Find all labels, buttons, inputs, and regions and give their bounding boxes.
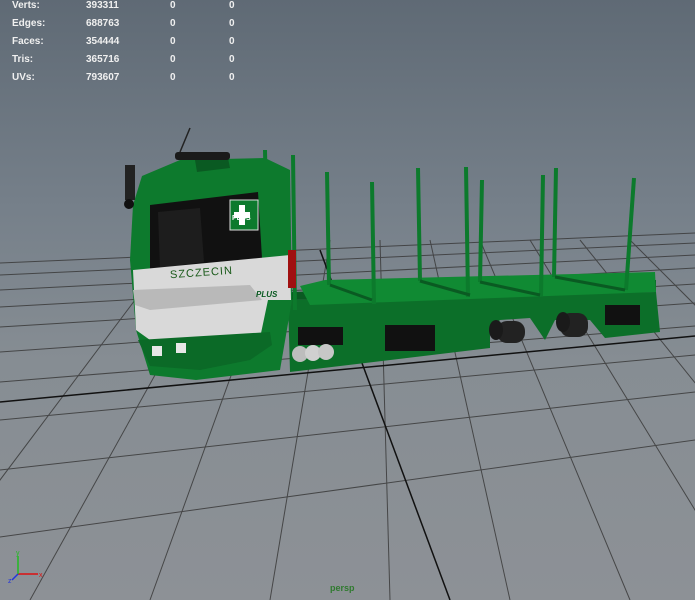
hud-row-verts: Verts: 393311 0 0 — [12, 0, 235, 11]
camera-label: persp — [330, 583, 355, 593]
viewport-3d[interactable]: SZCZECIN PLUS PLUS Verts: 393311 0 0 Edg… — [0, 0, 695, 600]
truck-model[interactable] — [0, 0, 695, 600]
wheel — [556, 312, 570, 332]
hud-row-tris: Tris: 365716 0 0 — [12, 54, 235, 65]
axis-gizmo-icon: y x z — [8, 550, 43, 584]
truck-cab — [124, 127, 296, 380]
hud-row-faces: Faces: 354444 0 0 — [12, 36, 235, 47]
cab-badge-text: PLUS — [232, 215, 251, 222]
hud-row-edges: Edges: 688763 0 0 — [12, 18, 235, 29]
cab-logo-text: PLUS — [256, 290, 278, 299]
axis-y-label: y — [16, 550, 20, 557]
wheel — [489, 320, 503, 340]
axis-x-label: x — [39, 572, 43, 579]
axis-z-label: z — [8, 578, 12, 584]
hud-row-uvs: UVs: 793607 0 0 — [12, 72, 235, 83]
